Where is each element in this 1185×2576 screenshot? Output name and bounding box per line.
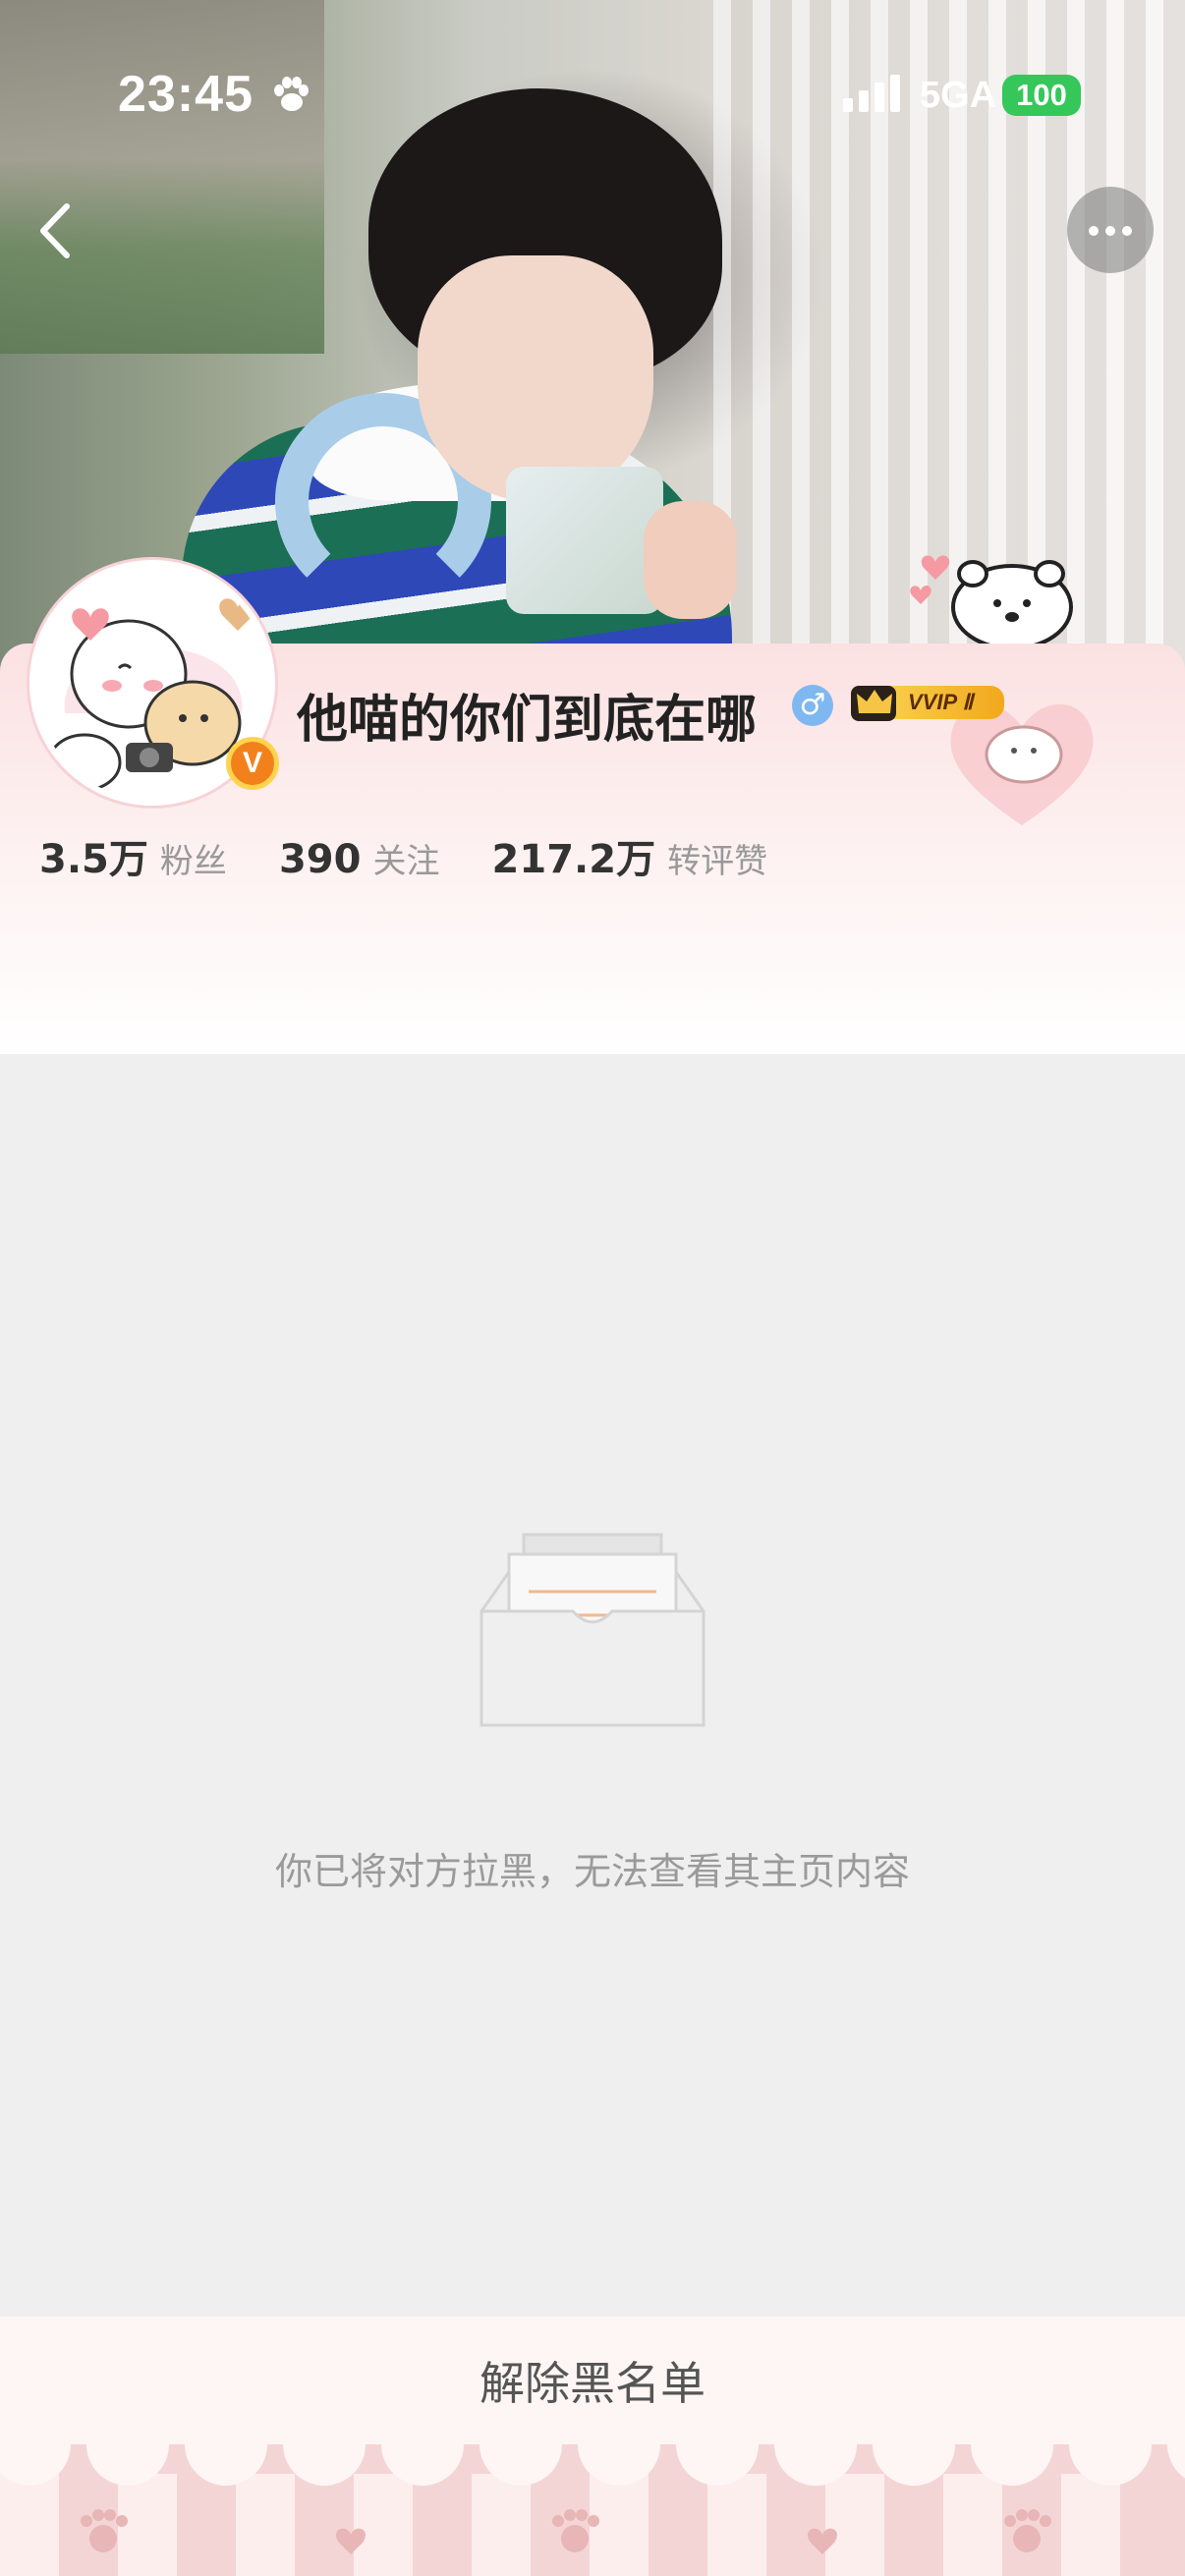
vip-label: VVIP Ⅱ <box>882 686 1004 719</box>
stat-reposts-comments-likes[interactable]: 217.2万 转评赞 <box>492 827 768 884</box>
status-bar: 23:45 5GA 100 <box>0 0 1185 187</box>
stat-value: 390 <box>278 837 362 882</box>
signal-icon <box>843 75 900 112</box>
stat-following[interactable]: 390 关注 <box>279 834 440 882</box>
more-dots-icon[interactable] <box>1067 187 1154 273</box>
male-icon: ♂ <box>792 685 833 726</box>
stat-label: 转评赞 <box>667 842 768 881</box>
avatar[interactable]: V <box>20 531 285 806</box>
chevron-left-icon[interactable] <box>28 196 86 265</box>
status-time: 23:45 <box>118 66 254 123</box>
unblock-button[interactable]: 解除黑名单 <box>0 2317 1185 2444</box>
stat-label: 粉丝 <box>159 842 227 881</box>
stat-label: 关注 <box>372 842 440 881</box>
network-type: 5GA <box>920 75 997 116</box>
crown-icon <box>851 686 896 721</box>
bottom-bar: 解除黑名单 <box>0 2317 1185 2576</box>
empty-inbox-icon <box>480 1533 705 1727</box>
vip-badge[interactable]: VVIP Ⅱ <box>849 680 1006 725</box>
profile-page: { "status_bar": { "time": "23:45", "netw… <box>0 0 1185 2576</box>
stat-value: 3.5万 <box>39 837 148 882</box>
battery-indicator: 100 <box>1002 75 1081 116</box>
stat-followers[interactable]: 3.5万 粉丝 <box>39 827 227 884</box>
profile-username: 他喵的你们到底在哪 <box>297 691 758 750</box>
stat-value: 217.2万 <box>491 837 656 882</box>
bear-sticker-icon <box>910 555 1073 650</box>
blocked-message: 你已将对方拉黑，无法查看其主页内容 <box>274 1850 910 1893</box>
scallop-decoration <box>0 2444 1185 2576</box>
paw-icon <box>274 77 309 111</box>
profile-stats: 3.5万 粉丝 390 关注 217.2万 转评赞 <box>39 827 815 886</box>
verified-badge-icon: V <box>226 737 279 790</box>
